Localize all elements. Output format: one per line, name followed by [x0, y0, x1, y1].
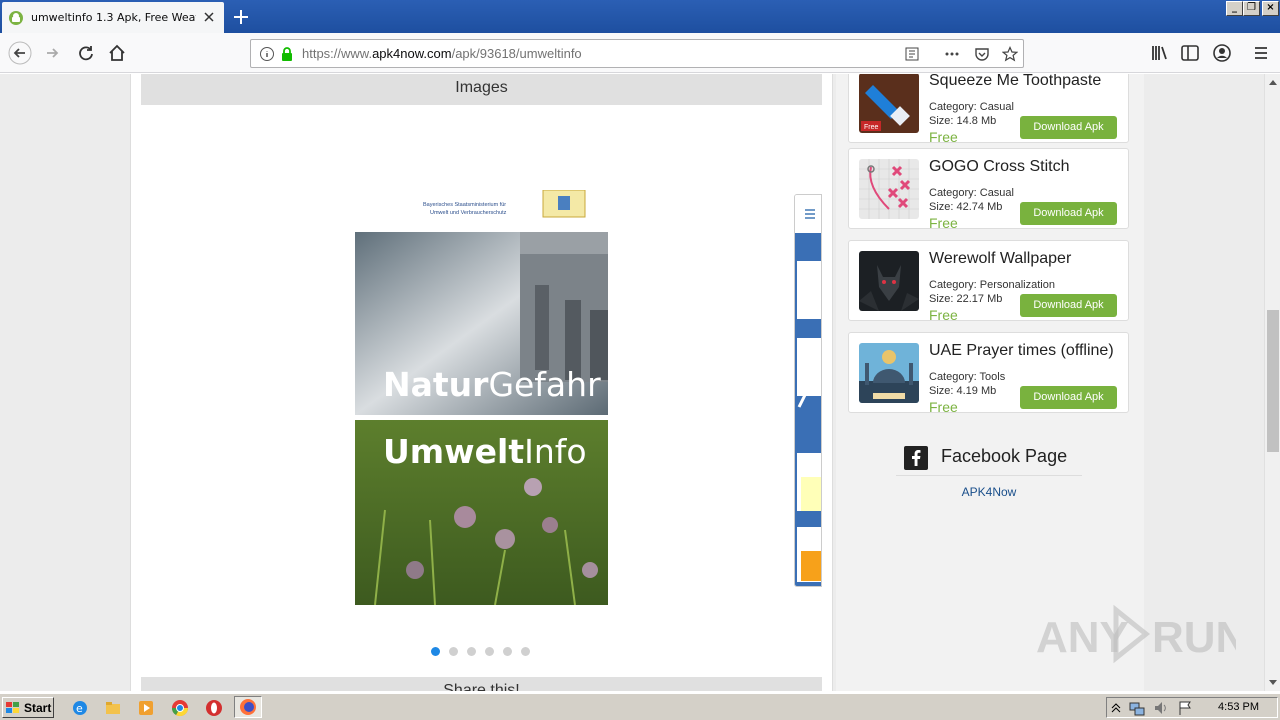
app-size: Size: 4.19 Mb: [929, 385, 997, 397]
carousel-dot-4[interactable]: [485, 647, 494, 656]
ministry-line-1: Bayerisches Staatsministerium für: [423, 202, 506, 208]
next-slide-preview[interactable]: [794, 194, 822, 587]
windows-taskbar: Start e 4:53 PM: [0, 693, 1280, 720]
app-card-werewolf-wallpaper[interactable]: Werewolf Wallpaper Category: Personaliza…: [848, 240, 1129, 323]
tab-strip: umweltinfo 1.3 Apk, Free Weather _ ❐ ×: [0, 0, 1280, 33]
chrome-icon[interactable]: [171, 699, 189, 717]
opera-icon[interactable]: [205, 699, 223, 717]
windows-logo-icon: [6, 701, 19, 713]
menu-icon[interactable]: [1249, 41, 1273, 65]
tray-expand-icon[interactable]: [1111, 702, 1121, 714]
page-viewport: Images Bayerisches Staatsministerium für…: [0, 74, 1264, 691]
restore-button[interactable]: ❐: [1243, 1, 1260, 16]
info-icon[interactable]: [259, 46, 275, 62]
umweltinfo-title: UmweltInfo: [383, 432, 587, 471]
home-icon[interactable]: [105, 41, 129, 65]
system-tray: 4:53 PM: [1106, 697, 1278, 718]
naturgefahr-title: NaturGefahr: [383, 365, 601, 404]
app-category: Category: Personalization: [929, 279, 1055, 291]
svg-text:e: e: [76, 702, 83, 715]
ministry-line-2: Umwelt und Verbraucherschutz: [430, 210, 507, 216]
back-icon[interactable]: [8, 41, 32, 65]
media-player-icon[interactable]: [137, 699, 155, 717]
forward-icon[interactable]: [41, 41, 65, 65]
browser-tab[interactable]: umweltinfo 1.3 Apk, Free Weather: [2, 2, 224, 33]
svg-text:Free: Free: [864, 124, 879, 131]
lock-icon[interactable]: [279, 46, 295, 62]
app-price: Free: [929, 215, 958, 231]
app-name[interactable]: GOGO Cross Stitch: [929, 158, 1121, 176]
share-heading: Share this!: [141, 677, 822, 691]
address-bar[interactable]: https://www.apk4now.com/apk/93618/umwelt…: [250, 39, 1024, 68]
download-apk-button[interactable]: Download Apk: [1020, 294, 1117, 317]
pocket-icon[interactable]: [974, 46, 990, 62]
carousel-dot-3[interactable]: [467, 647, 476, 656]
images-heading: Images: [141, 74, 822, 105]
app-size: Size: 22.17 Mb: [929, 293, 1003, 305]
app-thumbnail: Free: [859, 74, 919, 133]
app-name[interactable]: Squeeze Me Toothpaste: [929, 74, 1121, 90]
app-size: Size: 14.8 Mb: [929, 115, 997, 127]
app-name[interactable]: Werewolf Wallpaper: [929, 250, 1121, 268]
sidebar-toggle-icon[interactable]: [1178, 41, 1202, 65]
close-tab-icon[interactable]: [202, 10, 216, 24]
download-apk-button[interactable]: Download Apk: [1020, 202, 1117, 225]
taskbar-clock[interactable]: 4:53 PM: [1218, 701, 1259, 713]
facebook-icon: [904, 446, 928, 470]
scroll-down-icon[interactable]: [1268, 679, 1278, 687]
app-thumbnail: [859, 343, 919, 403]
scrollbar-thumb[interactable]: [1267, 310, 1279, 452]
vertical-scrollbar[interactable]: [1264, 74, 1280, 691]
app-thumbnail: [859, 159, 919, 219]
app-price: Free: [929, 399, 958, 415]
app-card-gogo-cross-stitch[interactable]: GOGO Cross Stitch Category: Casual Size:…: [848, 148, 1129, 231]
action-center-flag-icon[interactable]: [1177, 700, 1193, 716]
facebook-page-link[interactable]: APK4Now: [896, 485, 1082, 499]
download-apk-button[interactable]: Download Apk: [1020, 386, 1117, 409]
start-button[interactable]: Start: [2, 697, 54, 718]
app-price: Free: [929, 307, 958, 323]
navigation-toolbar: https://www.apk4now.com/apk/93618/umwelt…: [0, 33, 1280, 73]
app-size: Size: 42.74 Mb: [929, 201, 1003, 213]
android-icon: [9, 10, 23, 25]
url-text: https://www.apk4now.com/apk/93618/umwelt…: [302, 46, 582, 61]
app-card-squeeze-me[interactable]: Free Squeeze Me Toothpaste Category: Cas…: [848, 74, 1129, 145]
reader-view-icon[interactable]: [904, 46, 920, 62]
account-icon[interactable]: [1210, 41, 1234, 65]
tab-title: umweltinfo 1.3 Apk, Free Weather: [31, 11, 196, 24]
firefox-icon: [240, 699, 256, 715]
network-icon[interactable]: [1129, 700, 1145, 716]
scroll-up-icon[interactable]: [1268, 78, 1278, 86]
app-category: Category: Tools: [929, 371, 1006, 383]
library-icon[interactable]: [1147, 41, 1171, 65]
new-tab-icon[interactable]: [230, 6, 252, 28]
app-price: Free: [929, 129, 958, 145]
minimize-button[interactable]: _: [1226, 1, 1243, 16]
facebook-section-header: Facebook Page: [896, 444, 1082, 476]
reload-icon[interactable]: [74, 41, 98, 65]
app-card-uae-prayer-times[interactable]: UAE Prayer times (offline) Category: Too…: [848, 332, 1129, 415]
internet-explorer-icon[interactable]: e: [71, 699, 89, 717]
app-screenshot-slide[interactable]: Bayerisches Staatsministerium für Umwelt…: [355, 189, 608, 606]
bookmark-star-icon[interactable]: [1002, 46, 1018, 62]
app-category: Category: Casual: [929, 187, 1014, 199]
close-window-button[interactable]: ×: [1262, 1, 1279, 16]
carousel-dot-5[interactable]: [503, 647, 512, 656]
download-apk-button[interactable]: Download Apk: [1020, 116, 1117, 139]
carousel-dot-1[interactable]: [431, 647, 440, 656]
svg-text:RUN: RUN: [1152, 613, 1236, 662]
file-explorer-icon[interactable]: [104, 699, 122, 717]
carousel-dot-2[interactable]: [449, 647, 458, 656]
app-screenshot-image: Bayerisches Staatsministerium für Umwelt…: [355, 189, 608, 606]
anyrun-watermark-logo: ANY RUN: [1036, 604, 1236, 664]
carousel-dot-6[interactable]: [521, 647, 530, 656]
facebook-page-heading: Facebook Page: [941, 446, 1068, 466]
app-category: Category: Casual: [929, 101, 1014, 113]
app-name[interactable]: UAE Prayer times (offline): [929, 342, 1121, 360]
volume-icon[interactable]: [1153, 700, 1169, 716]
app-thumbnail: [859, 251, 919, 311]
page-actions-icon[interactable]: [944, 46, 960, 62]
firefox-taskbar-button[interactable]: [234, 696, 262, 718]
